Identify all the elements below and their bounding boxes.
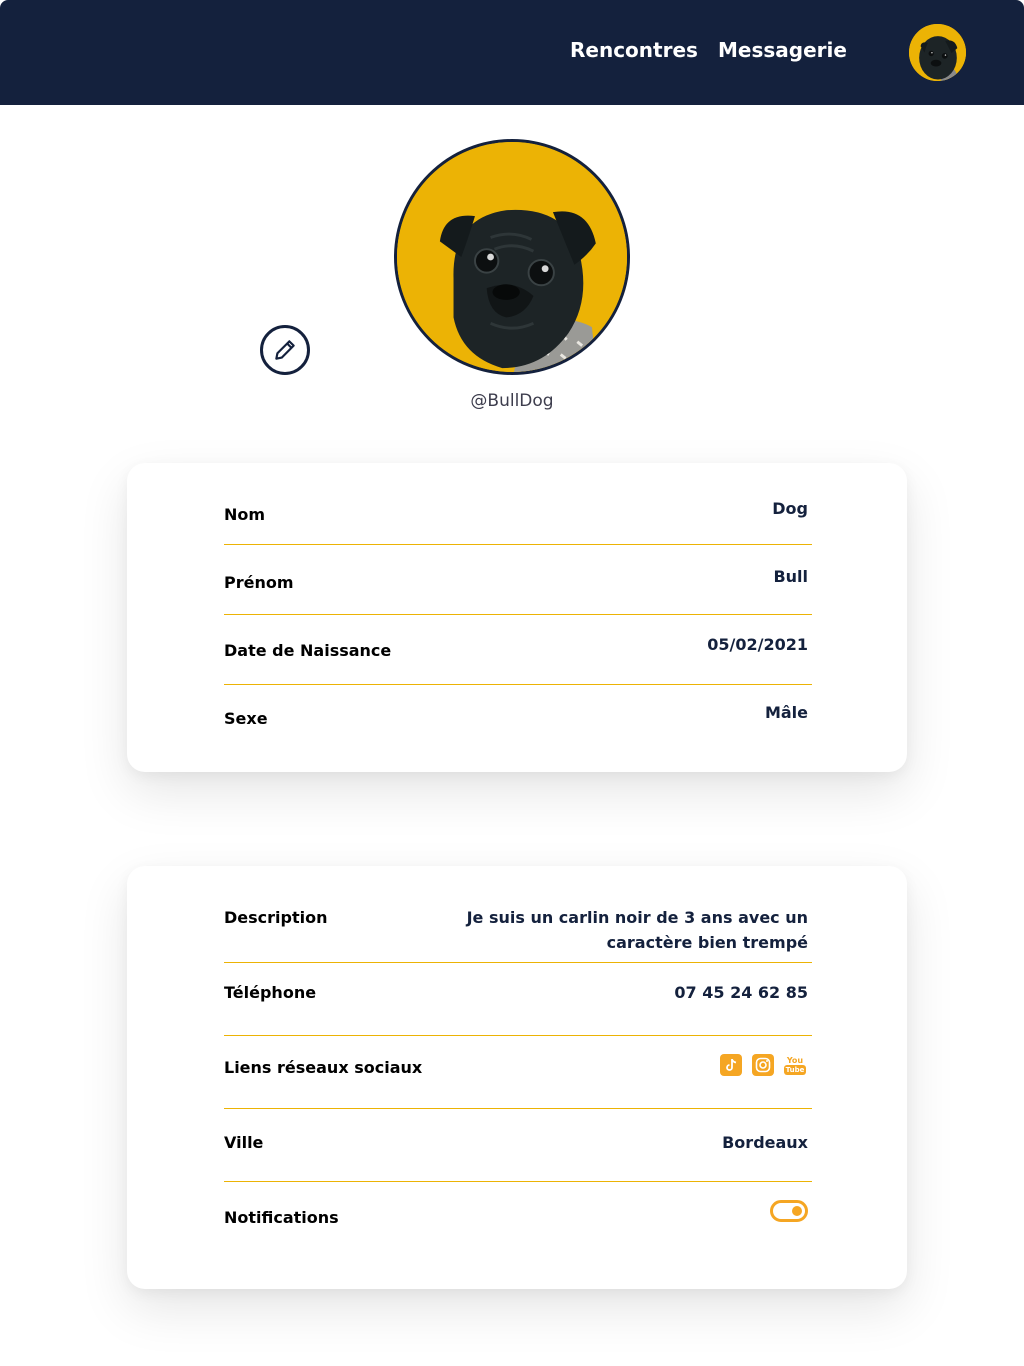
phone-value: 07 45 24 62 85 (674, 983, 808, 1002)
row-value: Dog (772, 499, 808, 518)
profile-avatar (394, 139, 630, 375)
city-value: Bordeaux (722, 1133, 808, 1152)
details-card: Description Je suis un carlin noir de 3 … (127, 866, 907, 1289)
description-line-1: Je suis un carlin noir de 3 ans avec un (466, 908, 808, 927)
description-line-2: caractère bien trempé (606, 933, 808, 952)
row-label: Ville (224, 1133, 264, 1152)
divider (224, 962, 812, 963)
row-label: Notifications (224, 1208, 339, 1227)
row-label: Nom (224, 505, 266, 524)
divider (224, 1108, 812, 1109)
youtube-icon[interactable]: You Tube (783, 1054, 807, 1076)
identity-card: Nom Dog Prénom Bull Date de Naissance 05… (127, 463, 907, 772)
pug-profile-image (397, 142, 627, 372)
row-label: Téléphone (224, 983, 317, 1002)
row-label: Date de Naissance (224, 641, 392, 660)
youtube-text-top: You (786, 1055, 804, 1065)
instagram-glyph (755, 1057, 771, 1073)
top-navbar: Rencontres Messagerie (0, 0, 1024, 105)
row-label: Description (224, 908, 328, 927)
row-label: Liens réseaux sociaux (224, 1058, 423, 1077)
divider (224, 544, 812, 545)
youtube-text-bottom: Tube (783, 1064, 807, 1075)
divider (224, 1035, 812, 1036)
row-value: Bull (773, 567, 808, 586)
tiktok-icon[interactable] (720, 1054, 742, 1076)
pug-avatar-image (909, 24, 966, 81)
tiktok-glyph (726, 1059, 737, 1071)
divider (224, 614, 812, 615)
user-avatar[interactable] (909, 24, 966, 81)
notifications-toggle[interactable] (770, 1200, 808, 1222)
edit-profile-button[interactable] (260, 325, 310, 375)
instagram-icon[interactable] (752, 1054, 774, 1076)
profile-username: @BullDog (470, 391, 554, 411)
divider (224, 1181, 812, 1182)
nav-link-rencontres[interactable]: Rencontres (570, 38, 698, 62)
row-value: 05/02/2021 (707, 635, 808, 654)
divider (224, 684, 812, 685)
pencil-icon (275, 340, 295, 360)
row-label: Prénom (224, 573, 294, 592)
nav-link-messagerie[interactable]: Messagerie (718, 38, 847, 62)
row-value: Mâle (764, 703, 808, 722)
row-label: Sexe (224, 709, 268, 728)
toggle-knob (792, 1206, 802, 1216)
